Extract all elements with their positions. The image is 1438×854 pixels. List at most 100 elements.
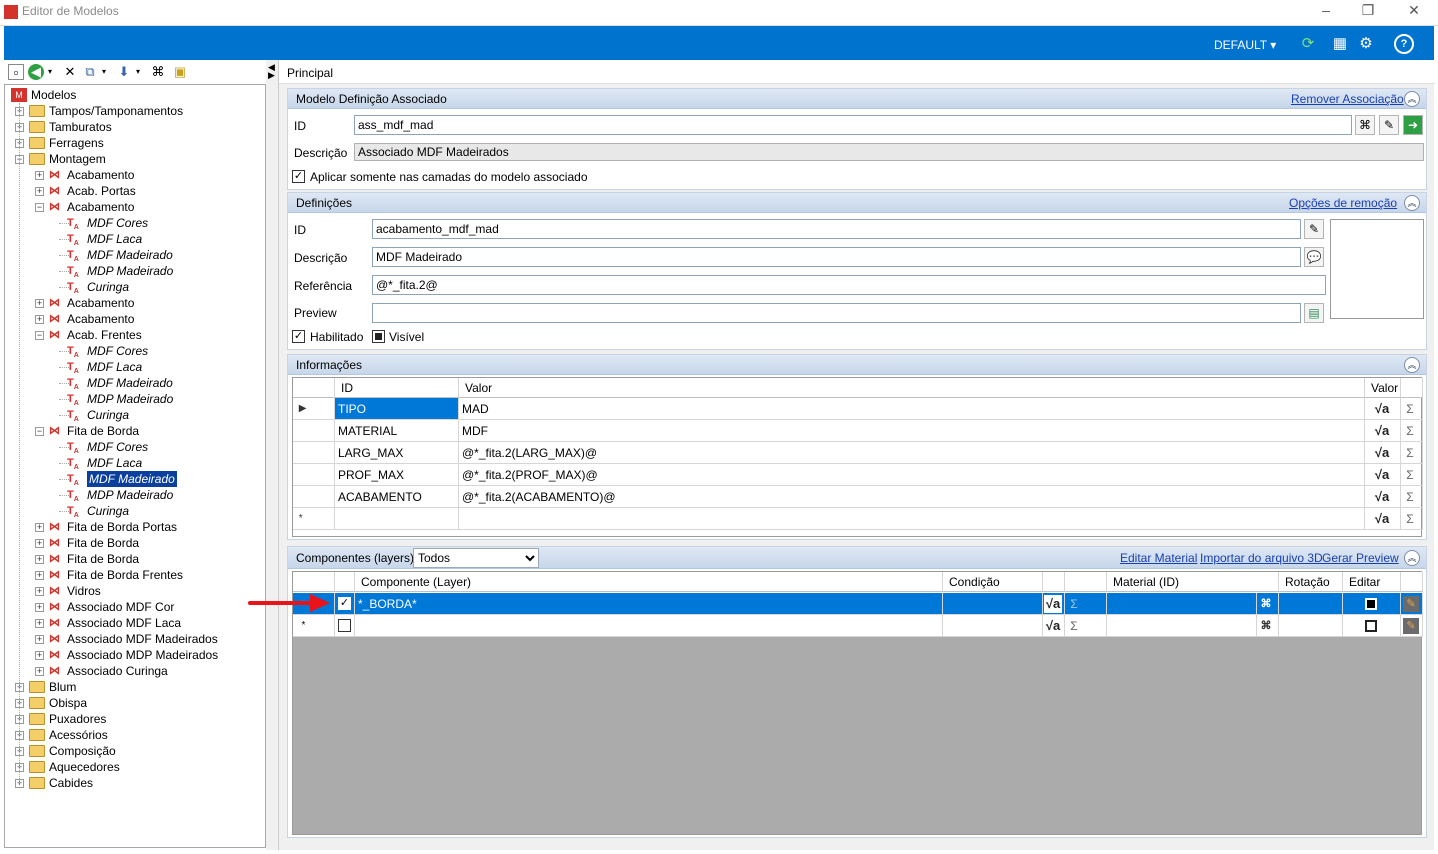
profile-dropdown[interactable]: DEFAULT ▾ <box>1214 38 1276 52</box>
comment-icon[interactable]: 💬 <box>1304 247 1324 267</box>
sum-cell[interactable]: Σ <box>1401 508 1423 530</box>
edit-pencil-icon[interactable]: ✎ <box>1403 618 1419 634</box>
chevron-down-icon[interactable]: ▾ <box>134 64 142 80</box>
tree-leaf[interactable]: TA MDP Madeirado <box>5 263 263 279</box>
formula-cell[interactable]: √a <box>1365 464 1401 486</box>
tree-model[interactable]: + ⋈ Fita de Borda <box>5 535 263 551</box>
condition-formula-cell[interactable]: √a <box>1043 593 1065 615</box>
formula-icon[interactable]: √a <box>1373 466 1391 484</box>
layer-filter-select[interactable]: Todos <box>413 548 539 568</box>
collapse-icon[interactable]: ︽ <box>1404 195 1420 211</box>
component-rotation-cell[interactable] <box>1279 615 1343 637</box>
info-col-valor[interactable]: Valor <box>459 378 1365 398</box>
component-material-cell[interactable] <box>1107 615 1257 637</box>
tree-folder[interactable]: + Acessórios <box>5 727 263 743</box>
sigma-icon[interactable]: Σ <box>1403 400 1417 418</box>
component-layer-cell[interactable] <box>355 615 943 637</box>
refresh-icon[interactable]: ⟳ <box>1298 34 1318 54</box>
delete-icon[interactable]: ✕ <box>62 64 78 80</box>
pick-icon[interactable]: ✎ <box>1379 115 1399 135</box>
tree-folder[interactable]: + Cabides <box>5 775 263 791</box>
component-material-cell[interactable] <box>1107 593 1257 615</box>
component-condition-cell[interactable] <box>943 593 1043 615</box>
info-row[interactable]: ACABAMENTO @*_fita.2(ACABAMENTO)@ √a Σ <box>293 486 1423 508</box>
copy-icon[interactable]: ⧉ <box>82 64 98 80</box>
settings-icon[interactable]: ⚙ <box>1356 34 1376 54</box>
binoculars-icon[interactable]: ⌘ <box>1257 617 1275 635</box>
visible-checkbox[interactable] <box>372 330 385 343</box>
info-col-valor2[interactable]: Valor <box>1365 378 1401 398</box>
component-layer-cell[interactable]: *_BORDA* <box>355 593 943 615</box>
info-valor-cell[interactable]: MDF <box>459 420 1365 442</box>
minimize-icon[interactable]: – <box>1306 2 1346 22</box>
tree-leaf[interactable]: TA MDF Madeirado <box>5 471 263 487</box>
formula-icon[interactable]: √a <box>1373 444 1391 462</box>
component-enabled-checkbox[interactable] <box>338 619 351 632</box>
comp-col-rotation[interactable]: Rotação <box>1279 572 1343 592</box>
collapse-icon[interactable]: ︽ <box>1404 550 1420 566</box>
tree-folder[interactable]: + Aquecedores <box>5 759 263 775</box>
tree-folder[interactable]: + Puxadores <box>5 711 263 727</box>
assoc-only-checkbox[interactable]: ✓ <box>292 170 305 183</box>
tree-folder[interactable]: + Composição <box>5 743 263 759</box>
tree-model[interactable]: + ⋈ Associado MDF Cor <box>5 599 263 615</box>
formula-icon[interactable]: √a <box>1373 510 1391 528</box>
tree-leaf[interactable]: TA Curinga <box>5 407 263 423</box>
tree-model[interactable]: + ⋈ Vidros <box>5 583 263 599</box>
chevron-down-icon[interactable]: ▾ <box>100 64 108 80</box>
info-row[interactable]: ▶ TIPO MAD √a Σ <box>293 398 1423 420</box>
edit-pencil-icon[interactable]: ✎ <box>1403 596 1419 612</box>
info-valor-cell[interactable]: MAD <box>459 398 1365 420</box>
expand-toggle-icon[interactable]: + <box>35 171 44 180</box>
tree-leaf[interactable]: TA MDF Cores <box>5 439 263 455</box>
info-valor-cell[interactable]: @*_fita.2(PROF_MAX)@ <box>459 464 1365 486</box>
info-valor-cell[interactable]: @*_fita.2(LARG_MAX)@ <box>459 442 1365 464</box>
tree-model[interactable]: + ⋈ Fita de Borda <box>5 551 263 567</box>
component-edit-cell[interactable] <box>1343 593 1401 615</box>
condition-sum-cell[interactable]: Σ <box>1065 615 1107 637</box>
tree-leaf[interactable]: TA MDF Laca <box>5 359 263 375</box>
collapse-icon[interactable]: ︽ <box>1404 91 1420 107</box>
move-down-icon[interactable]: ⬇ <box>116 64 132 80</box>
condition-sum-cell[interactable]: Σ <box>1065 593 1107 615</box>
def-ref-input[interactable]: @*_fita.2@ <box>372 275 1326 295</box>
sum-cell[interactable]: Σ <box>1401 398 1423 420</box>
def-preview-input[interactable] <box>372 303 1301 323</box>
folder-refresh-icon[interactable]: ▣ <box>172 64 188 80</box>
tree-folder[interactable]: − Montagem <box>5 151 263 167</box>
layout-icon[interactable]: ▦ <box>1330 34 1350 54</box>
expand-toggle-icon[interactable]: + <box>35 571 44 580</box>
info-row[interactable]: LARG_MAX @*_fita.2(LARG_MAX)@ √a Σ <box>293 442 1423 464</box>
tree-root[interactable]: M Modelos <box>9 87 259 103</box>
info-col-id[interactable]: ID <box>335 378 459 398</box>
tree-folder[interactable]: + Tampos/Tamponamentos <box>5 103 263 119</box>
tree-model[interactable]: + ⋈ Acabamento <box>5 295 263 311</box>
tree-leaf[interactable]: TA MDP Madeirado <box>5 391 263 407</box>
tab-principal[interactable]: Principal <box>279 60 1435 84</box>
info-id-cell[interactable]: PROF_MAX <box>335 464 459 486</box>
edit-square-icon[interactable] <box>1365 598 1377 610</box>
formula-cell[interactable]: √a <box>1365 420 1401 442</box>
tree-model[interactable]: + ⋈ Associado Curinga <box>5 663 263 679</box>
row-header[interactable]: * <box>293 508 335 530</box>
expand-toggle-icon[interactable]: + <box>35 523 44 532</box>
sigma-icon[interactable]: Σ <box>1067 595 1081 613</box>
component-check-cell[interactable] <box>335 615 355 637</box>
sigma-icon[interactable]: Σ <box>1403 422 1417 440</box>
expand-toggle-icon[interactable]: + <box>35 587 44 596</box>
enabled-checkbox[interactable]: ✓ <box>292 330 305 343</box>
info-valor-cell[interactable]: @*_fita.2(ACABAMENTO)@ <box>459 486 1365 508</box>
info-row[interactable]: MATERIAL MDF √a Σ <box>293 420 1423 442</box>
tree-model[interactable]: + ⋈ Fita de Borda Frentes <box>5 567 263 583</box>
tree-model[interactable]: + ⋈ Fita de Borda Portas <box>5 519 263 535</box>
tree-leaf[interactable]: TA MDP Madeirado <box>5 487 263 503</box>
expand-toggle-icon[interactable]: + <box>35 555 44 564</box>
formula-cell[interactable]: √a <box>1365 508 1401 530</box>
back-icon[interactable]: ◀ <box>28 64 44 80</box>
tree-leaf[interactable]: TA MDF Cores <box>5 215 263 231</box>
component-edit-cell[interactable] <box>1343 615 1401 637</box>
go-icon[interactable]: ➜ <box>1403 115 1423 135</box>
tree-model[interactable]: + ⋈ Associado MDP Madeirados <box>5 647 263 663</box>
sum-cell[interactable]: Σ <box>1401 442 1423 464</box>
generate-preview-link[interactable]: Gerar Preview <box>1322 551 1399 565</box>
